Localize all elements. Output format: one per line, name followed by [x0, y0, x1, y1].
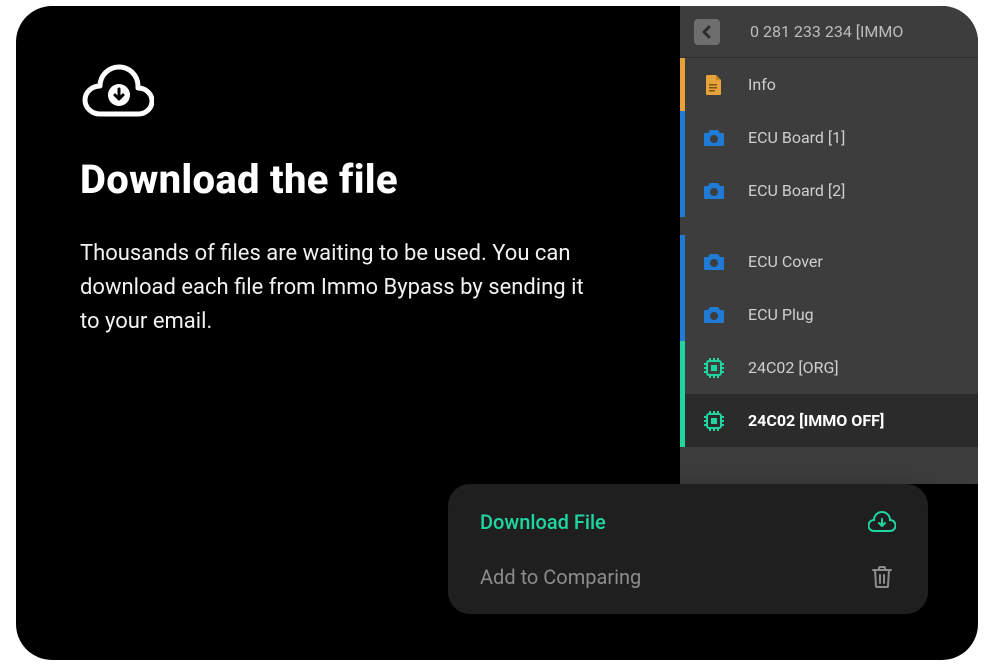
action-sheet: Download File Add to Comparing: [448, 484, 928, 614]
panel-item-label: 24C02 [IMMO OFF]: [748, 411, 884, 430]
promo-description: Thousands of files are waiting to be use…: [80, 237, 600, 339]
stripe: [680, 164, 685, 217]
add-to-comparing-label: Add to Comparing: [480, 565, 641, 589]
panel-item-label: Info: [748, 75, 776, 94]
stripe: [680, 341, 685, 394]
panel-item-ecu-board-2[interactable]: ECU Board [2]: [680, 164, 978, 217]
promo-left: Download the file Thousands of files are…: [80, 64, 640, 339]
chip-icon: [702, 409, 726, 433]
stripe: [680, 394, 685, 447]
stripe: [680, 111, 685, 164]
panel-header: 0 281 233 234 [IMMO: [680, 6, 978, 58]
panel-item-info[interactable]: Info: [680, 58, 978, 111]
download-file-label: Download File: [480, 510, 606, 534]
panel-item-24c02-immo-off[interactable]: 24C02 [IMMO OFF]: [680, 394, 978, 447]
stripe: [680, 235, 685, 288]
stripe: [680, 58, 685, 111]
file-panel: 0 281 233 234 [IMMO Info ECU: [680, 6, 978, 484]
panel-title: 0 281 233 234 [IMMO: [750, 22, 903, 41]
panel-item-label: ECU Plug: [748, 305, 814, 324]
trash-icon: [868, 563, 896, 591]
panel-item-label: ECU Cover: [748, 252, 823, 271]
cloud-download-icon: [80, 64, 640, 118]
panel-item-ecu-plug[interactable]: ECU Plug: [680, 288, 978, 341]
camera-icon: [702, 126, 726, 150]
gap: [680, 217, 978, 235]
panel-item-label: ECU Board [2]: [748, 181, 845, 200]
camera-icon: [702, 179, 726, 203]
document-icon: [702, 73, 726, 97]
download-file-button[interactable]: Download File: [454, 494, 922, 549]
promo-title: Download the file: [80, 156, 640, 203]
promo-card: Download the file Thousands of files are…: [16, 6, 978, 660]
camera-icon: [702, 303, 726, 327]
cloud-download-icon: [868, 508, 896, 536]
panel-item-label: 24C02 [ORG]: [748, 358, 839, 377]
panel-item-label: ECU Board [1]: [748, 128, 845, 147]
add-to-comparing-button[interactable]: Add to Comparing: [454, 549, 922, 604]
stripe: [680, 288, 685, 341]
camera-icon: [702, 250, 726, 274]
panel-item-24c02-org[interactable]: 24C02 [ORG]: [680, 341, 978, 394]
panel-item-ecu-cover[interactable]: ECU Cover: [680, 235, 978, 288]
chip-icon: [702, 356, 726, 380]
back-button[interactable]: [694, 19, 720, 45]
panel-item-ecu-board-1[interactable]: ECU Board [1]: [680, 111, 978, 164]
panel-items: Info ECU Board [1] ECU Board [2]: [680, 58, 978, 447]
